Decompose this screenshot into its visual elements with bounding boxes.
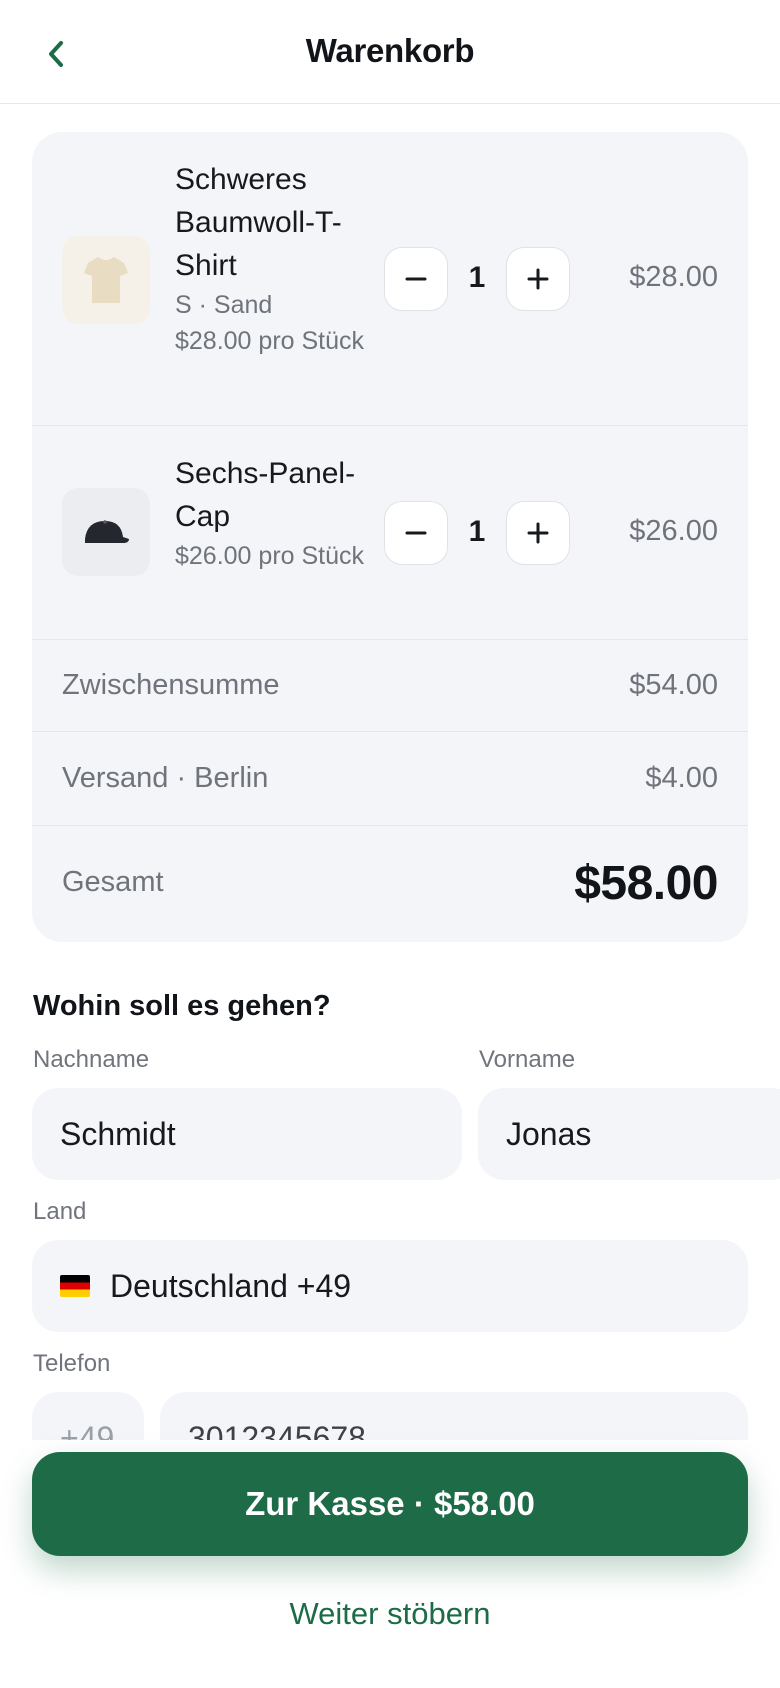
total-row: Gesamt $58.00 [32, 826, 748, 942]
phone-label: Telefon [33, 1350, 111, 1377]
country-value: Deutschland +49 [110, 1267, 352, 1304]
page-title: Warenkorb [305, 32, 475, 69]
product-thumbnail[interactable] [62, 488, 150, 576]
cap-icon [85, 520, 129, 543]
quantity-stepper: 1 [384, 247, 570, 311]
quantity-value: 1 [468, 515, 486, 548]
item-details: Schweres Baumwoll-T-Shirt S · Sand $28.0… [175, 158, 375, 359]
last-name-field[interactable]: Schmidt [32, 1088, 462, 1180]
cart-screen: Warenkorb Schweres Baumwoll-T-Shirt S · … [0, 0, 780, 1688]
item-line-total: $28.00 [629, 261, 718, 293]
item-variant: S · Sand [175, 291, 273, 319]
cart-item-cap: Sechs-Panel-Cap $26.00 pro Stück 1 $26.0… [32, 426, 748, 640]
plus-icon [527, 522, 549, 544]
item-name[interactable]: Schweres Baumwoll-T-Shirt [175, 158, 375, 287]
plus-icon [527, 268, 549, 290]
cart-card: Schweres Baumwoll-T-Shirt S · Sand $28.0… [32, 132, 748, 942]
item-unit-price: $28.00 pro Stück [175, 327, 365, 355]
quantity-value: 1 [468, 261, 486, 294]
first-name-label: Vorname [479, 1046, 576, 1073]
quantity-stepper: 1 [384, 501, 570, 565]
subtotal-value: $54.00 [629, 669, 718, 701]
cart-item-tshirt: Schweres Baumwoll-T-Shirt S · Sand $28.0… [32, 132, 748, 426]
total-label: Gesamt [62, 866, 164, 898]
tshirt-icon [84, 257, 128, 303]
shipping-label: Versand · Berlin [62, 762, 269, 794]
header: Warenkorb [0, 0, 780, 104]
continue-shopping-link[interactable]: Weiter stöbern [0, 1596, 780, 1632]
decrease-quantity-button[interactable] [384, 501, 448, 565]
product-thumbnail[interactable] [62, 236, 150, 324]
germany-flag-icon [60, 1275, 90, 1297]
item-name[interactable]: Sechs-Panel-Cap [175, 452, 375, 538]
last-name-label: Nachname [33, 1046, 150, 1073]
minus-icon [405, 277, 427, 281]
first-name-field[interactable]: Jonas [478, 1088, 780, 1180]
country-select[interactable]: Deutschland +49 [32, 1240, 748, 1332]
subtotal-label: Zwischensumme [62, 669, 280, 701]
country-label: Land [33, 1198, 87, 1225]
subtotal-row: Zwischensumme $54.00 [32, 640, 748, 732]
increase-quantity-button[interactable] [506, 501, 570, 565]
item-details: Sechs-Panel-Cap $26.00 pro Stück [175, 452, 375, 574]
increase-quantity-button[interactable] [506, 247, 570, 311]
shipping-value: $4.00 [645, 762, 718, 794]
decrease-quantity-button[interactable] [384, 247, 448, 311]
shipping-form-title: Wohin soll es gehen? [33, 990, 331, 1022]
item-line-total: $26.00 [629, 515, 718, 547]
total-value: $58.00 [574, 857, 718, 910]
shipping-row: Versand · Berlin $4.00 [32, 732, 748, 826]
minus-icon [405, 531, 427, 535]
item-unit-price: $26.00 pro Stück [175, 542, 365, 570]
checkout-button[interactable]: Zur Kasse · $58.00 [32, 1452, 748, 1556]
